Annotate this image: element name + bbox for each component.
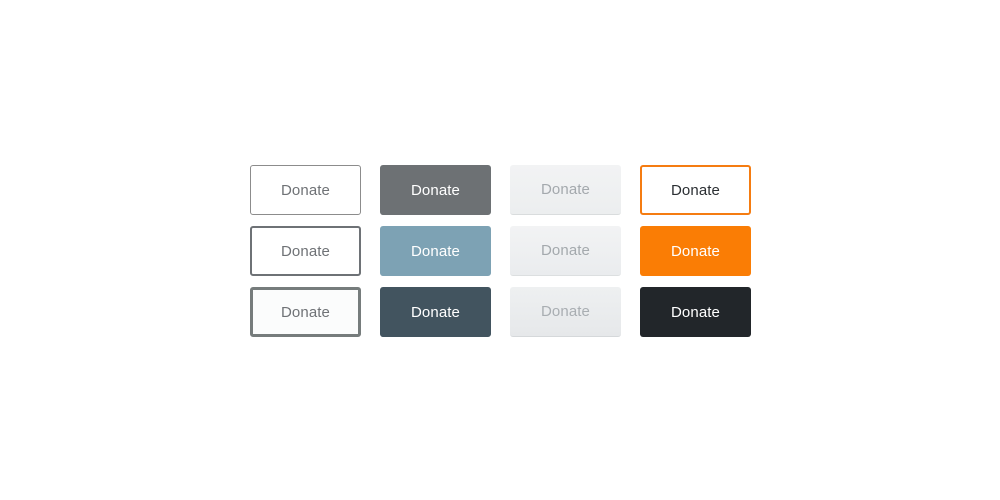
donate-button-grid: Donate Donate Donate Donate Donate Donat… [250,165,751,337]
donate-button-r3c3[interactable]: Donate [510,287,621,337]
donate-button-r1c2[interactable]: Donate [380,165,491,215]
donate-button-r3c1[interactable]: Donate [250,287,361,337]
donate-button-r3c4[interactable]: Donate [640,287,751,337]
donate-button-r2c1[interactable]: Donate [250,226,361,276]
donate-button-r2c2[interactable]: Donate [380,226,491,276]
donate-button-r1c1[interactable]: Donate [250,165,361,215]
donate-button-r2c3[interactable]: Donate [510,226,621,276]
donate-button-r1c4[interactable]: Donate [640,165,751,215]
donate-button-r1c3[interactable]: Donate [510,165,621,215]
donate-button-r2c4[interactable]: Donate [640,226,751,276]
donate-button-r3c2[interactable]: Donate [380,287,491,337]
